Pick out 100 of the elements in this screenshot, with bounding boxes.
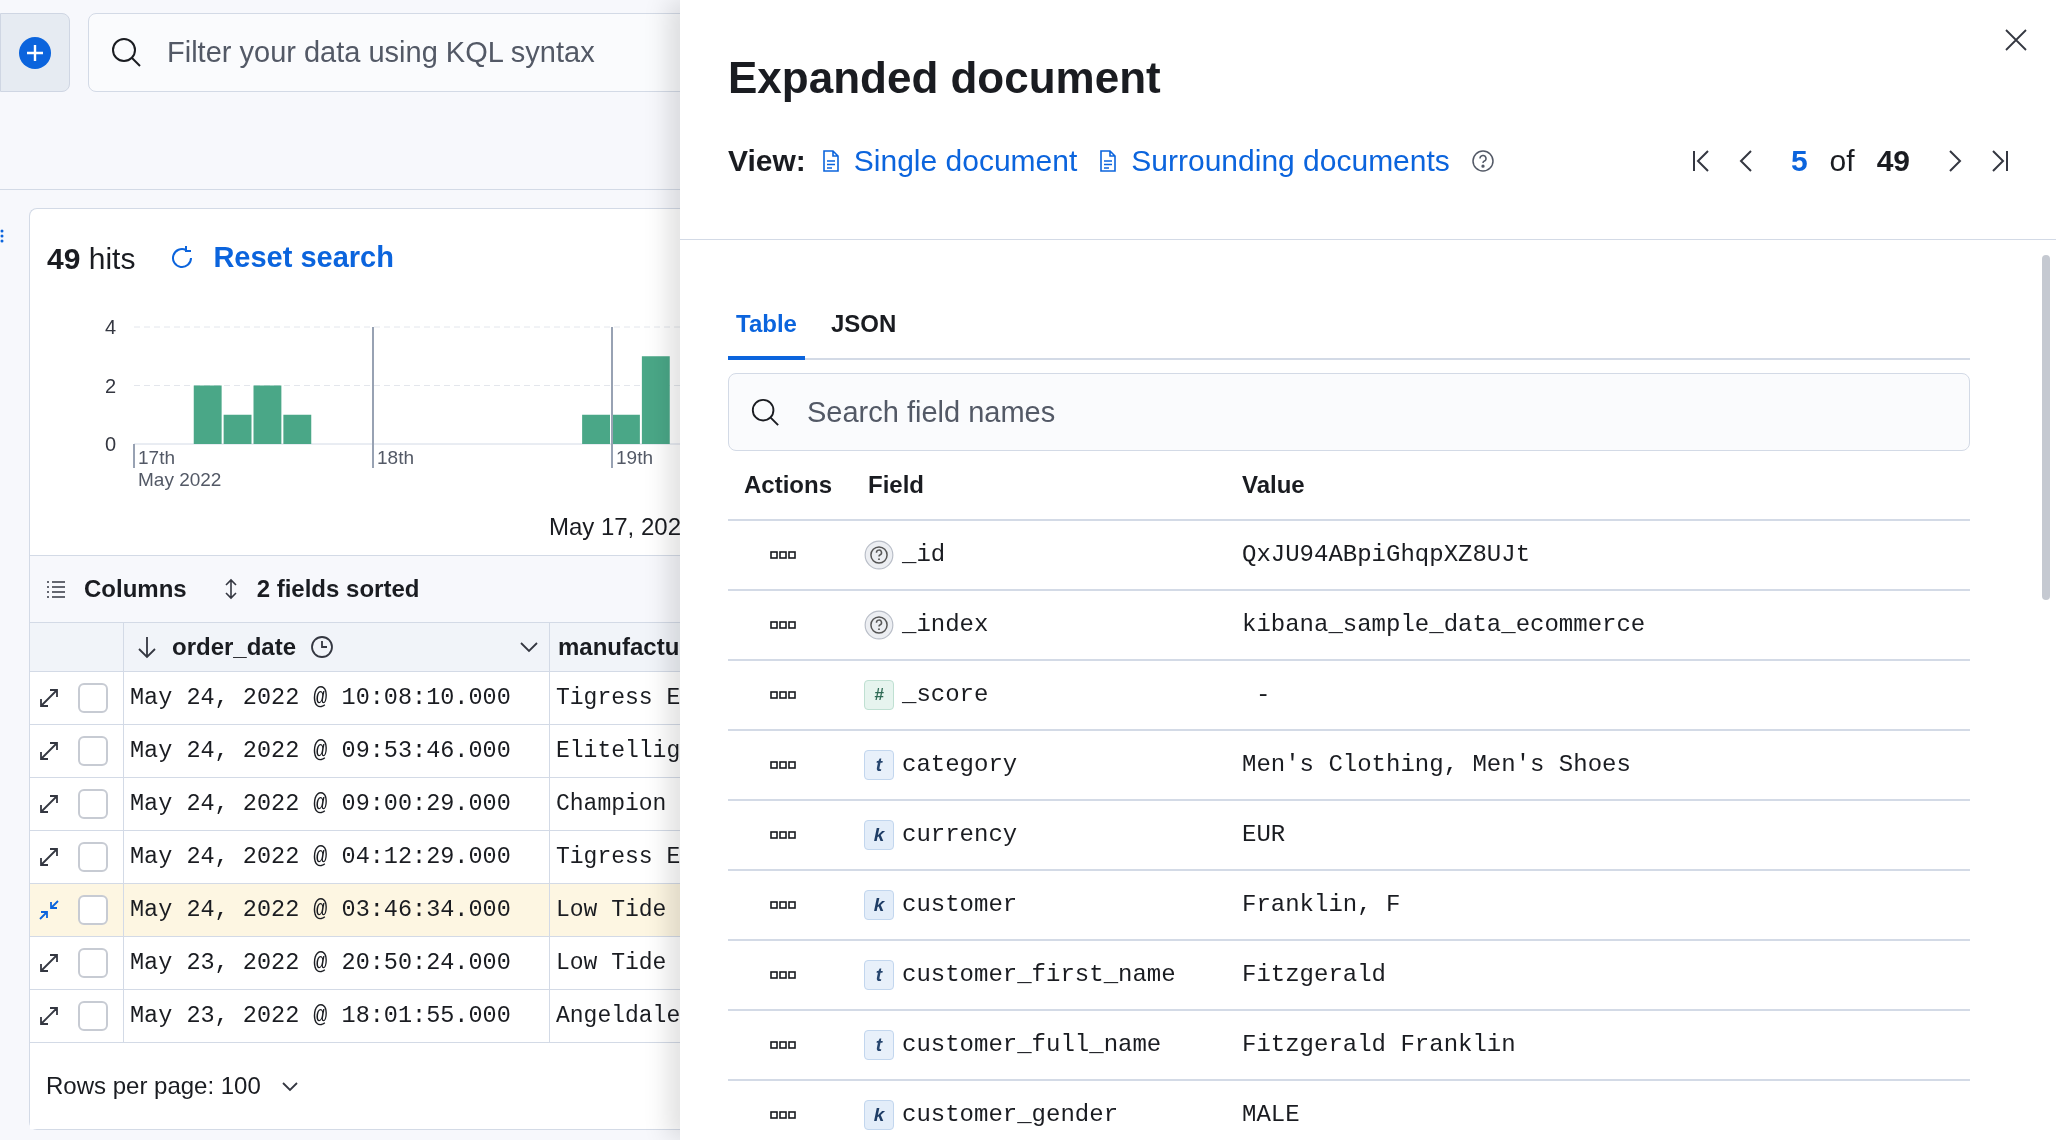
rows-per-page-button[interactable]: Rows per page: 100 <box>46 1068 299 1104</box>
expand-icon[interactable] <box>38 1005 60 1027</box>
column-header[interactable]: manufactu <box>550 623 680 671</box>
field-type-badge: t <box>864 1030 894 1060</box>
field-value: kibana_sample_data_ecommerce <box>1242 610 1646 640</box>
flyout-title: Expanded document <box>728 52 1162 104</box>
row-checkbox[interactable] <box>78 948 108 978</box>
field-value: - <box>1255 680 1271 710</box>
reset-search-link[interactable]: Reset search <box>169 236 394 280</box>
field-type-badge: k <box>864 890 894 920</box>
expand-icon[interactable] <box>38 793 60 815</box>
next-page-icon[interactable] <box>1948 148 1962 173</box>
field-type-badge: k <box>864 1100 894 1130</box>
collapse-icon[interactable] <box>38 899 60 921</box>
field-name: customer_gender <box>902 1100 1119 1130</box>
x-axis-sublabel: May 2022 <box>138 469 222 490</box>
expand-icon[interactable] <box>38 846 60 868</box>
actions-icon[interactable] <box>770 691 796 699</box>
x-tick-label: 19th <box>616 447 653 468</box>
grid-cell: May 24, 2022 @ 09:00:29.000 <box>124 778 550 830</box>
y-tick-label: 4 <box>104 316 116 338</box>
grid-cell: May 23, 2022 @ 20:50:24.000 <box>124 937 550 989</box>
actions-icon[interactable] <box>770 621 796 629</box>
actions-icon[interactable] <box>770 551 796 559</box>
page-of-label: of <box>1829 143 1855 179</box>
query-search-field[interactable]: Filter your data using KQL syntax <box>88 13 680 92</box>
view-label: View: <box>728 143 806 179</box>
histogram-bar <box>582 414 610 444</box>
field-value: EUR <box>1242 820 1286 850</box>
actions-icon[interactable] <box>770 901 796 909</box>
plus-icon <box>19 36 51 69</box>
column-header[interactable]: order_date <box>124 623 550 671</box>
actions-icon[interactable] <box>770 1111 796 1119</box>
grid-row[interactable]: May 23, 2022 @ 20:50:24.000 Low Tide <box>30 937 680 990</box>
actions-icon[interactable] <box>770 1041 796 1049</box>
question-circle-icon <box>864 610 894 640</box>
field-value: MALE <box>1242 1100 1300 1130</box>
grid-row[interactable]: May 24, 2022 @ 04:12:29.000 Tigress E <box>30 831 680 884</box>
document-icon <box>821 149 840 172</box>
sort-icon <box>222 578 239 600</box>
current-page: 5 <box>1790 143 1808 179</box>
grid-row[interactable]: May 23, 2022 @ 18:01:55.000 Angeldale <box>30 990 680 1043</box>
drag-handle-icon[interactable] <box>0 228 4 244</box>
tab[interactable]: JSON <box>822 292 905 360</box>
grid-row[interactable]: May 24, 2022 @ 09:53:46.000 Elitellig <box>30 725 680 778</box>
row-checkbox[interactable] <box>78 789 108 819</box>
field-value: QxJU94ABpiGhqpXZ8UJt <box>1242 540 1531 570</box>
field-search-input[interactable]: Search field names <box>728 373 1970 451</box>
row-checkbox[interactable] <box>78 842 108 872</box>
grid-cell-text: Low Tide <box>555 948 668 978</box>
columns-button[interactable]: Columns <box>46 571 187 607</box>
expand-icon[interactable] <box>38 740 60 762</box>
question-circle-icon <box>864 540 894 570</box>
field-name: currency <box>902 820 1018 850</box>
column-header: Actions <box>743 470 833 500</box>
column-header: Value <box>1242 470 1305 500</box>
previous-page-icon[interactable] <box>1738 148 1753 173</box>
x-axis-label: May 17, 202 <box>548 512 680 542</box>
view-link[interactable]: Surrounding documents <box>1099 138 1450 183</box>
grid-row[interactable]: May 24, 2022 @ 03:46:34.000 Low Tide <box>30 884 680 937</box>
y-tick-label: 2 <box>104 374 116 397</box>
expand-icon[interactable] <box>38 687 60 709</box>
grid-cell-text: Tigress E <box>555 683 680 713</box>
last-page-icon[interactable] <box>1990 148 2010 173</box>
search-icon <box>110 36 142 68</box>
actions-icon[interactable] <box>770 831 796 839</box>
field-value: Fitzgerald Franklin <box>1242 1030 1516 1060</box>
field-name: _index <box>902 610 989 640</box>
grid-cell-text: Angeldale <box>555 1001 680 1031</box>
search-icon <box>750 397 780 427</box>
add-filter-button[interactable] <box>0 13 70 92</box>
field-name: category <box>902 750 1018 780</box>
row-checkbox[interactable] <box>78 736 108 766</box>
list-icon <box>46 580 66 598</box>
x-tick-label: 17th <box>138 447 175 468</box>
actions-icon[interactable] <box>770 761 796 769</box>
tab[interactable]: Table <box>728 292 805 360</box>
field-value: Men's Clothing, Men's Shoes <box>1242 750 1631 780</box>
sort-fields-button[interactable]: 2 fields sorted <box>222 571 420 607</box>
row-checkbox[interactable] <box>78 683 108 713</box>
y-tick-label: 0 <box>104 433 116 455</box>
grid-cell-text: Tigress E <box>555 842 680 872</box>
help-icon[interactable] <box>1471 149 1494 172</box>
field-name: _score <box>902 680 989 710</box>
document-icon <box>1099 149 1118 172</box>
view-link[interactable]: Single document <box>821 138 1078 183</box>
row-checkbox[interactable] <box>78 1001 108 1031</box>
expand-icon[interactable] <box>38 952 60 974</box>
chevron-down-icon[interactable] <box>519 641 539 653</box>
grid-cell: May 24, 2022 @ 03:46:34.000 <box>124 884 550 936</box>
grid-row[interactable]: May 24, 2022 @ 10:08:10.000 Tigress E <box>30 672 680 725</box>
row-checkbox[interactable] <box>78 895 108 925</box>
grid-row[interactable]: May 24, 2022 @ 09:00:29.000 Champion <box>30 778 680 831</box>
field-type-badge: # <box>864 680 894 710</box>
scrollbar[interactable] <box>2042 255 2050 600</box>
hits-count: 49 hits <box>47 240 136 277</box>
field-value: Franklin, F <box>1242 890 1401 920</box>
column-header: Field <box>867 470 925 500</box>
actions-icon[interactable] <box>770 971 796 979</box>
first-page-icon[interactable] <box>1690 148 1711 173</box>
